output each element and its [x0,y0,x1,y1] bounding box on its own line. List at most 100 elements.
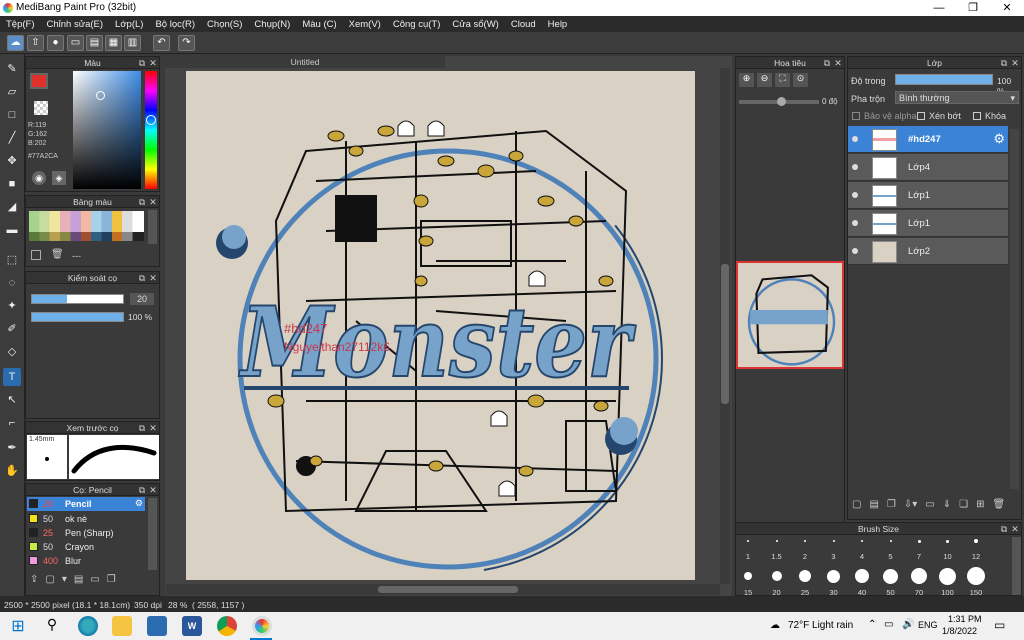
secondary-color-swatch[interactable] [34,101,48,115]
volume-icon[interactable]: 🔊 [902,619,914,630]
brush-size-preset-dot[interactable] [827,569,840,583]
menu-edit[interactable]: Chỉnh sửa(E) [41,19,110,30]
brush-size-preset-dot[interactable] [967,567,985,585]
brush-size-preset-label[interactable]: 5 [877,552,905,561]
sv-cursor[interactable] [96,91,105,100]
brush-size-preset-label[interactable]: 12 [962,552,990,561]
layer-item[interactable]: Lớp1 [848,210,1008,237]
visibility-icon[interactable] [852,248,858,254]
color-wheel-icon[interactable]: ◉ [32,171,46,185]
brush-item[interactable]: 400 Blur [27,554,145,568]
brush-size-preset-label[interactable]: 1.5 [763,552,791,561]
new-layer-icon[interactable]: ▢ [852,499,861,515]
brush-size-preset-dot[interactable] [946,539,949,543]
undock-icon[interactable]: ⧉ [999,57,1009,69]
text-tool-icon[interactable]: T [3,368,21,386]
undock-icon[interactable]: ⧉ [137,57,147,69]
comment-icon[interactable]: ● [47,35,64,51]
brush-size-preset-dot[interactable] [804,540,806,542]
brush-size-scrollbar[interactable] [1012,537,1021,595]
brush-size-preset-dot[interactable] [771,571,782,581]
undock-icon[interactable]: ⧉ [999,523,1009,535]
word-icon[interactable]: W [182,616,202,636]
visibility-icon[interactable] [852,192,858,198]
drawing-canvas[interactable]: Monster #hd247 Nguyeithan27112k6 [186,71,695,580]
brush-menu-icon[interactable]: ▾ [62,574,67,592]
blend-mode-select[interactable]: Bình thường ▾ [895,91,1019,104]
layer-item[interactable]: Lớp2 [848,238,1008,265]
gear-icon[interactable]: ⚙ [993,131,1005,147]
layer-item[interactable]: Lớp1 [848,182,1008,209]
brush-item[interactable]: 50 ok nè [27,512,145,526]
brush-size-preset-dot[interactable] [775,540,778,542]
brush-size-preset-dot[interactable] [799,570,811,582]
close-icon[interactable]: ✕ [1010,57,1020,69]
line-tool-icon[interactable]: ╱ [3,129,21,147]
primary-color-swatch[interactable] [30,73,48,89]
brush-size-preset-dot[interactable] [974,539,978,543]
duplicate-icon[interactable]: ❐ [107,574,116,592]
medibang-icon[interactable] [252,616,272,636]
close-icon[interactable]: ✕ [148,196,158,208]
undock-icon[interactable]: ⧉ [137,272,147,284]
gradient-tool-icon[interactable]: ▬ [3,221,21,239]
fit-icon[interactable]: ⛶ [775,73,790,87]
brush-size-preset-label[interactable]: 10 [934,552,962,561]
undo-icon[interactable]: ↶ [153,35,170,51]
language-indicator[interactable]: ENG [918,620,938,630]
bucket-tool-icon[interactable]: ◢ [3,198,21,216]
clock-date[interactable]: 1/8/2022 [942,626,977,636]
saturation-value-picker[interactable] [73,71,141,189]
brush-size-value[interactable]: 20 [130,293,154,305]
brush-size-preset-label[interactable]: 4 [848,552,876,561]
gear-icon[interactable]: ⚙ [135,498,143,509]
hue-cursor[interactable] [146,115,156,125]
layers-scrollbar[interactable] [1010,129,1019,489]
store-icon[interactable] [147,616,167,636]
close-icon[interactable]: ✕ [148,422,158,434]
layer-folder-icon[interactable]: ▭ [925,499,934,515]
notification-icon[interactable]: ▭ [994,618,1005,632]
select-tool-icon[interactable]: ⬚ [3,251,21,269]
search-icon[interactable]: ⚲ [42,616,62,636]
menu-color[interactable]: Màu (C) [296,19,342,30]
close-icon[interactable]: ✕ [1010,523,1020,535]
vertical-scrollbar[interactable] [720,68,730,584]
weather-text[interactable]: 72°F Light rain [788,620,853,631]
brush-item[interactable]: 50 Crayon [27,540,145,554]
undock-icon[interactable]: ⧉ [137,422,147,434]
zoom-in-icon[interactable]: ⊕ [739,73,754,87]
layer-settings-icon[interactable]: ❏ [959,499,968,515]
brush-size-preset-dot[interactable] [883,568,898,584]
close-icon[interactable]: ✕ [148,57,158,69]
folder-icon[interactable]: ▭ [90,574,99,592]
brush-item[interactable]: 20 Pencil ⚙ [27,497,145,511]
layer-item[interactable]: Lớp4 [848,154,1008,181]
menu-select[interactable]: Chọn(S) [201,19,248,30]
fill-rect-tool-icon[interactable]: ■ [3,175,21,193]
page-icon[interactable]: ▤ [86,35,103,51]
brush-size-slider[interactable] [31,294,124,304]
brush-size-preset-dot[interactable] [861,540,863,542]
brush-size-preset-dot[interactable] [939,567,956,585]
chat-icon[interactable]: ▭ [67,35,84,51]
undock-icon[interactable]: ⧉ [137,484,147,496]
new-halftone-layer-icon[interactable]: ▤ [869,499,878,515]
brush-size-preset-dot[interactable] [911,568,927,584]
menu-window[interactable]: Cửa sổ(W) [446,19,504,30]
delete-palette-icon[interactable]: 🗑 [51,249,64,261]
new-brush-icon[interactable]: ▢ [45,574,54,592]
grid-icon[interactable]: ▦ [105,35,122,51]
palette-swatches-row[interactable] [29,232,144,241]
menu-help[interactable]: Help [542,19,574,30]
brush-item[interactable]: 25 Pen (Sharp) [27,526,145,540]
new-palette-icon[interactable] [31,250,41,260]
minimize-button[interactable]: — [922,0,956,16]
combine-icon[interactable]: ⊞ [976,499,984,515]
menu-capture[interactable]: Chụp(N) [248,19,296,30]
menu-tools[interactable]: Công cụ(T) [387,19,447,30]
hand-tool-icon[interactable]: ✋ [3,462,21,480]
delete-layer-icon[interactable]: 🗑 [992,499,1005,515]
undock-icon[interactable]: ⧉ [822,57,832,69]
menu-layer[interactable]: Lớp(L) [109,19,149,30]
